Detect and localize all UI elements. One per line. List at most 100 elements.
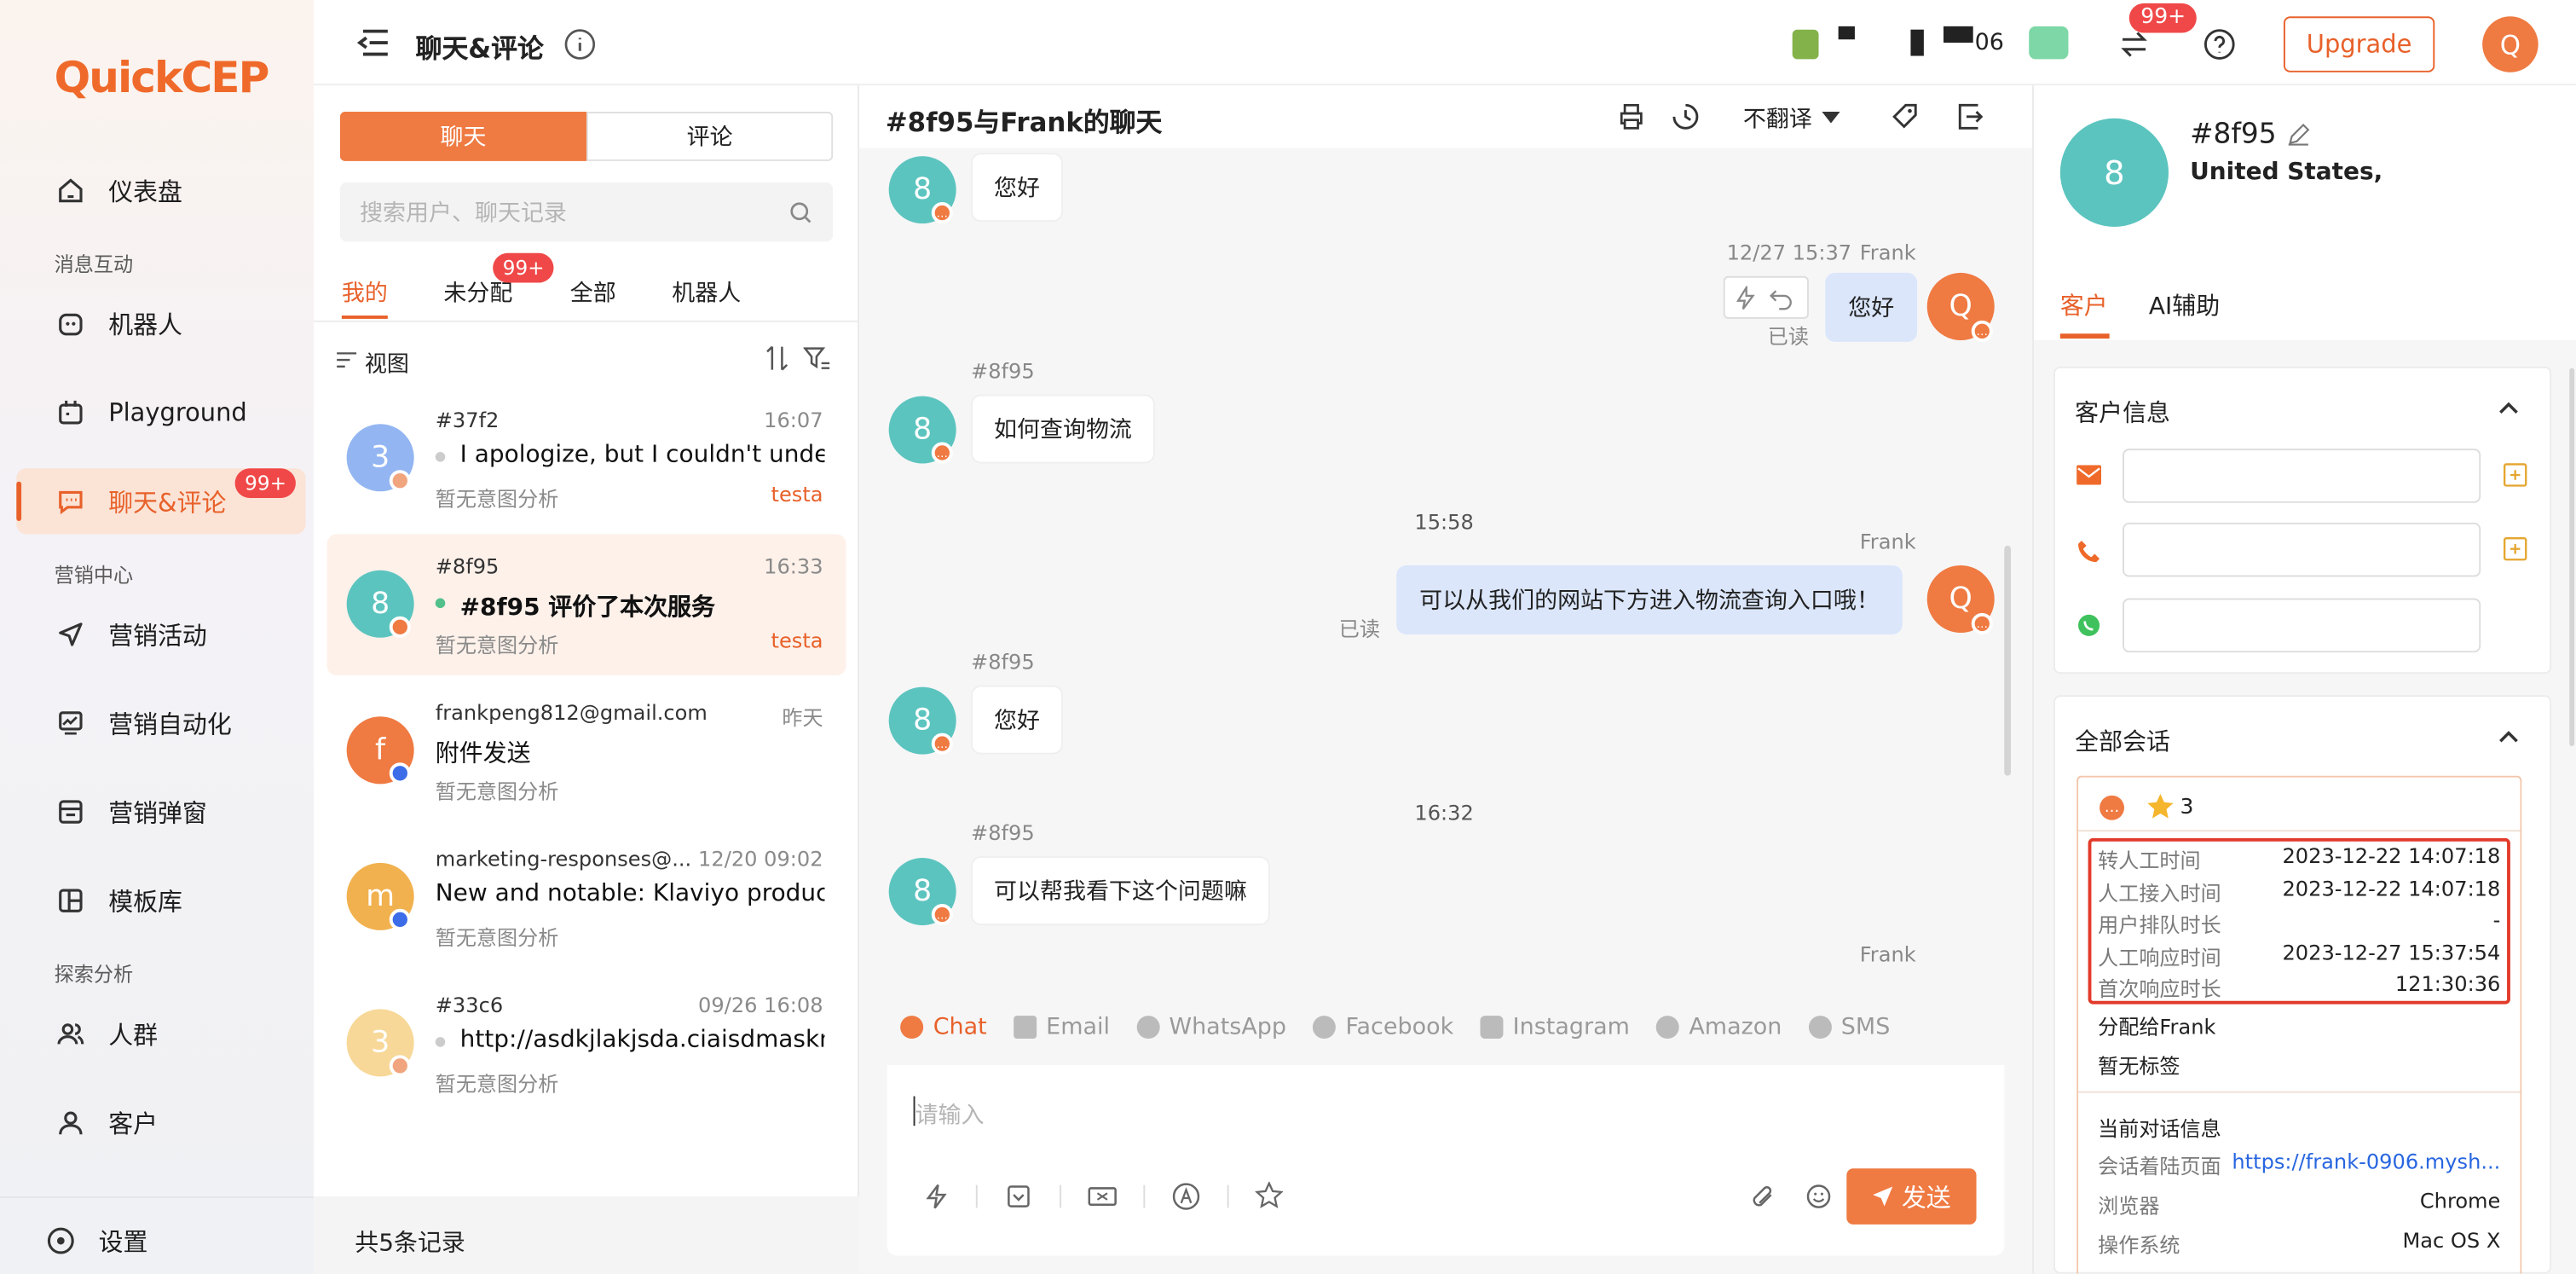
chat-channel-icon: … (931, 202, 953, 224)
sidebar-item-customers[interactable]: 客户 (16, 1090, 305, 1155)
users-icon (57, 1023, 84, 1045)
channel-tab-facebook[interactable]: Facebook (1312, 1014, 1453, 1040)
conversation-item[interactable]: 8 #8f95 16:33 #8f95 评价了本次服务 暂无意图分析 testa (326, 534, 846, 676)
tab-chat[interactable]: 聊天 (339, 112, 587, 161)
email-icon (2076, 465, 2102, 485)
conversation-item[interactable]: m marketing-responses@... 12/20 09:02 New a… (327, 826, 846, 968)
conversation-time: 16:07 (764, 407, 823, 432)
emoji-icon[interactable] (1805, 1184, 1832, 1210)
edit-icon[interactable] (2286, 123, 2309, 147)
sidebar-item-audience[interactable]: 人群 (16, 1001, 305, 1067)
conversation-time: 09/26 16:08 (698, 993, 823, 1017)
sidebar-item-chat-review[interactable]: 聊天&评论 99+ (16, 468, 306, 535)
metric-label: 人工响应时间 (2098, 944, 2221, 970)
filter-tab-all[interactable]: 全部 (570, 276, 616, 310)
playground-icon (59, 400, 83, 425)
email-field[interactable] (2123, 449, 2481, 503)
add-note-icon[interactable] (2502, 462, 2528, 489)
channel-tab-email[interactable]: Email (1013, 1014, 1110, 1040)
status-dot (435, 1037, 446, 1047)
phone-field[interactable] (2123, 522, 2481, 577)
channel-tab-chat[interactable]: Chat (900, 1014, 987, 1040)
conversation-item[interactable]: 3 #33c6 09/26 16:08 http://asdkjlakjsda.cia… (327, 973, 846, 1115)
switch-icon[interactable] (2117, 30, 2151, 60)
store-status-icon[interactable] (2029, 26, 2069, 60)
sidebar-item-automation[interactable]: 营销自动化 (16, 690, 305, 756)
history-icon[interactable] (1671, 101, 1701, 131)
conversation-name: #8f95 (435, 553, 500, 579)
sort-icon[interactable] (765, 345, 788, 372)
phone-icon (2078, 541, 2100, 563)
sidebar-item-templates[interactable]: 模板库 (16, 868, 305, 934)
tab-customer[interactable]: 客户 (2060, 287, 2108, 321)
sidebar-item-popups[interactable]: 营销弹窗 (16, 779, 305, 845)
tab-review[interactable]: 评论 (586, 112, 834, 161)
tab-ai-assist[interactable]: AI辅助 (2149, 287, 2220, 321)
help-icon[interactable] (2203, 28, 2237, 61)
conversation-item[interactable]: 3 #37f2 16:07 I apologize, but I couldn't u… (327, 388, 846, 530)
message-bubble: 可以从我们的网站下方进入物流查询入口哦！ (1396, 565, 1903, 634)
filter-icon[interactable] (803, 345, 830, 372)
quickcep-logo[interactable]: QuickCEP (55, 55, 270, 104)
channel-tab-amazon[interactable]: Amazon (1655, 1014, 1782, 1040)
channel-tab-instagram[interactable]: Instagram (1480, 1014, 1630, 1040)
sidebar-item-label: 模板库 (108, 886, 182, 917)
search-input[interactable]: 搜索用户、聊天记录 (339, 182, 834, 242)
metric-value: - (2492, 907, 2501, 933)
quick-reply-icon[interactable] (1733, 286, 1758, 310)
customer-name-text: #8f95 (2190, 118, 2277, 152)
upgrade-button[interactable]: Upgrade (2283, 16, 2435, 72)
message-input[interactable]: 请输入 (887, 1067, 2005, 1248)
divider (2078, 830, 2521, 832)
info-icon[interactable] (563, 28, 597, 61)
chat-scrollbar[interactable] (2004, 545, 2012, 776)
sidebar-item-campaigns[interactable]: 营销活动 (16, 601, 305, 667)
chart-monitor-icon (59, 711, 83, 735)
print-icon[interactable] (1618, 103, 1644, 130)
ai-assist-icon[interactable] (1171, 1182, 1201, 1212)
sidebar-item-playground[interactable]: Playground (16, 379, 305, 445)
customer-info-title: 客户信息 (2075, 401, 2170, 428)
user-avatar[interactable]: Q (2482, 16, 2538, 72)
channel-badge-icon (389, 762, 411, 785)
sidebar-item-robot[interactable]: 机器人 (16, 291, 305, 356)
undo-icon[interactable] (1769, 286, 1794, 310)
inbox-icon[interactable] (1006, 1184, 1032, 1210)
sidebar-item-dashboard[interactable]: 仪表盘 (16, 158, 305, 223)
popup-icon (59, 800, 83, 824)
channel-tab-sms[interactable]: SMS (1808, 1014, 1890, 1040)
conversation-last-message: #8f95 评价了本次服务 (459, 594, 715, 622)
sidebar-item-label: 营销弹窗 (108, 797, 207, 828)
customer-location: United States, (2190, 159, 2383, 186)
chevron-up-icon[interactable] (2498, 730, 2518, 743)
coupon-icon[interactable] (1088, 1184, 1118, 1210)
tag-icon[interactable] (1891, 101, 1919, 130)
conversation-item[interactable]: f frankpeng812@gmail.com 昨天 附件发送 暂无意图分析 (327, 680, 846, 822)
conversation-tag: testa (771, 481, 823, 507)
time-divider: 15:58 (1414, 509, 1474, 535)
message-agent: Frank (1859, 941, 1916, 967)
channel-badge-icon (389, 470, 411, 492)
translate-dropdown[interactable]: 不翻译 (1743, 101, 1840, 135)
chevron-up-icon[interactable] (2498, 401, 2518, 414)
chat-channel-icon: … (931, 733, 953, 755)
conversation-last-message: 附件发送 (435, 741, 531, 768)
add-note-icon[interactable] (2502, 536, 2528, 562)
settings-button[interactable]: 设置 (16, 1208, 305, 1274)
message-sender: #8f95 (971, 358, 1035, 384)
collapse-menu-icon[interactable] (356, 28, 390, 58)
landing-page-link[interactable]: https://frank-0906.mysh... (2232, 1149, 2500, 1180)
exit-icon[interactable] (1956, 103, 1984, 130)
star-icon[interactable] (1255, 1181, 1284, 1210)
whatsapp-field[interactable] (2123, 598, 2481, 653)
panel-scrollbar[interactable] (2569, 368, 2575, 746)
attachment-icon[interactable] (1750, 1184, 1776, 1210)
view-label[interactable]: 视图 (365, 345, 409, 378)
quick-reply-icon[interactable] (923, 1184, 950, 1210)
filter-tab-robot[interactable]: 机器人 (672, 276, 741, 310)
message-actions (1723, 275, 1809, 319)
shopify-icon[interactable] (1792, 29, 1819, 60)
send-button[interactable]: 发送 (1846, 1168, 1977, 1225)
filter-tab-mine[interactable]: 我的 (342, 276, 388, 310)
channel-tab-whatsapp[interactable]: WhatsApp (1135, 1014, 1286, 1040)
